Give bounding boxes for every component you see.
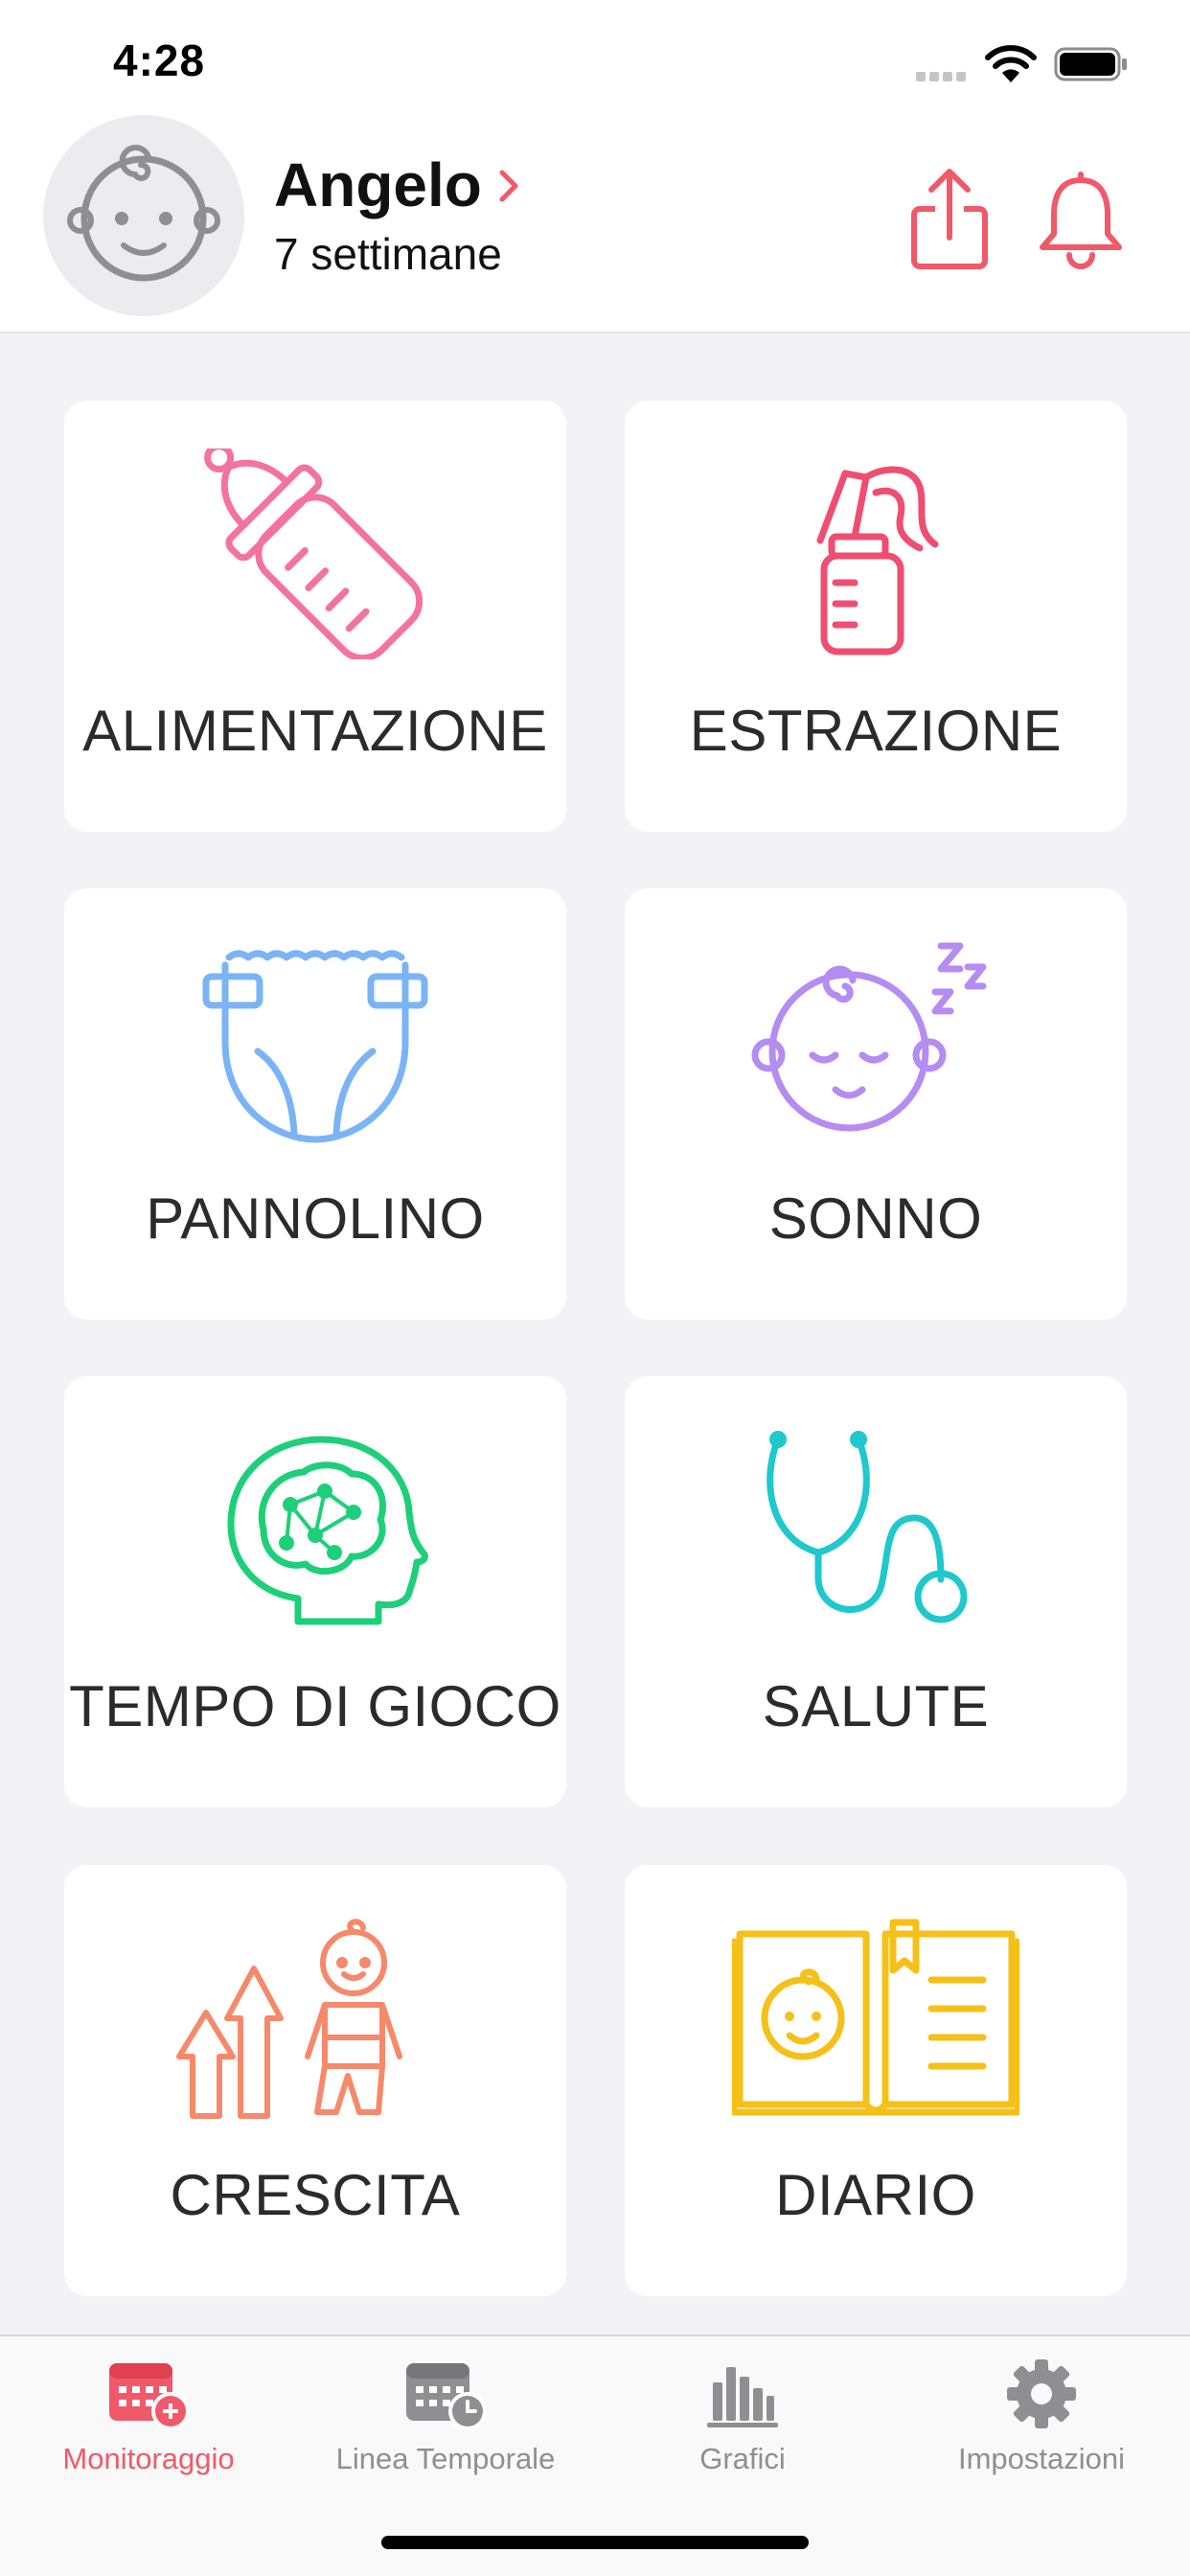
tab-grafici[interactable]: Grafici [594,2356,891,2499]
tile-playtime[interactable]: TEMPO DI GIOCO [64,1376,566,1807]
tile-sleep[interactable]: SONNO [625,888,1127,1320]
diaper-icon [202,950,428,1143]
baby-journal-icon [732,1919,1019,2116]
baby-face-icon [67,145,220,282]
bell-icon[interactable] [1035,167,1127,272]
tile-label: SALUTE [762,1674,990,1738]
calendar-add-icon [109,2363,190,2430]
profile-header: Angelo 7 settimane [0,115,1190,334]
tab-label: Monitoraggio [62,2442,235,2475]
tab-monitoraggio[interactable]: Monitoraggio [0,2356,297,2499]
tile-label: ESTRAZIONE [689,699,1063,763]
brain-head-icon [227,1436,428,1625]
avatar[interactable] [43,115,244,316]
tile-label: SONNO [768,1186,983,1251]
tab-label: Impostazioni [957,2442,1126,2475]
gear-icon [1007,2359,1076,2428]
tile-label: PANNOLINO [146,1186,485,1251]
baby-name[interactable]: Angelo [274,150,482,220]
baby-bottle-icon [204,448,423,659]
tab-label: Linea Temporale [335,2442,556,2475]
growth-icon [176,1919,402,2119]
bar-chart-icon [707,2367,778,2427]
tile-label: DIARIO [775,2163,976,2227]
tab-linea-temporale[interactable]: Linea Temporale [297,2356,594,2499]
tile-pumping[interactable]: ESTRAZIONE [625,401,1127,832]
status-time: 4:28 [113,35,206,85]
tile-diaper[interactable]: PANNOLINO [64,888,566,1320]
cellular-signal-icon [916,69,970,86]
baby-age: 7 settimane [274,229,502,279]
home-indicator [381,2536,809,2549]
breast-pump-icon [816,466,939,656]
calendar-clock-icon [406,2363,487,2430]
tab-impostazioni[interactable]: Impostazioni [893,2356,1190,2499]
tab-label: Grafici [699,2442,786,2475]
share-icon[interactable] [904,167,995,272]
chevron-right-icon[interactable] [494,165,523,207]
tile-health[interactable]: SALUTE [625,1376,1127,1807]
stethoscope-icon [767,1431,968,1623]
tile-label: ALIMENTAZIONE [82,699,548,763]
status-bar: 4:28 [0,0,1190,115]
tile-label: TEMPO DI GIOCO [69,1674,561,1738]
tile-diary[interactable]: DIARIO [625,1865,1127,2296]
tile-label: CRESCITA [170,2163,461,2227]
tile-feeding[interactable]: ALIMENTAZIONE [64,401,566,832]
wifi-icon [985,45,1037,82]
sleeping-baby-icon [751,942,987,1132]
battery-icon [1054,47,1127,81]
tile-growth[interactable]: CRESCITA [64,1865,566,2296]
